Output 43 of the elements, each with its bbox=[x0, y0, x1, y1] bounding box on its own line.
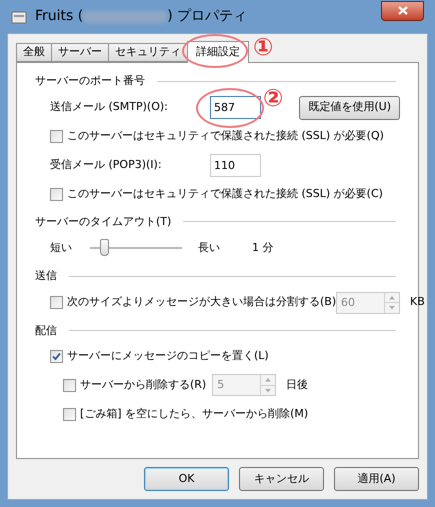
slider-max-label: 長い bbox=[198, 240, 221, 256]
checkbox-label: 次のサイズよりメッセージが大きい場合は分割する(B) bbox=[67, 294, 336, 310]
callout-ellipse bbox=[196, 88, 264, 128]
close-button[interactable] bbox=[381, 0, 424, 20]
section-heading: 配信 bbox=[35, 322, 57, 338]
field-label: 送信メール (SMTP)(O): bbox=[50, 99, 169, 116]
use-default-button[interactable]: 既定値を使用(U) bbox=[299, 96, 400, 120]
close-icon bbox=[398, 6, 408, 15]
window-title: ) プロパティ bbox=[167, 7, 248, 26]
section-heading: サーバーのポート番号 bbox=[35, 73, 145, 89]
checkbox-label: [ごみ箱] を空にしたら、サーバーから削除(M) bbox=[80, 406, 308, 422]
check-icon bbox=[52, 352, 61, 360]
tab[interactable]: サーバー bbox=[51, 43, 108, 62]
checkbox-label: このサーバーはセキュリティで保護された接続 (SSL) が必要(C) bbox=[67, 186, 383, 202]
window-icon bbox=[11, 8, 27, 24]
tab[interactable]: 全般 bbox=[16, 43, 51, 62]
dialog-button[interactable]: キャンセル bbox=[239, 467, 324, 491]
section-heading: サーバーのタイムアウト(T) bbox=[35, 214, 172, 230]
section-heading: 送信 bbox=[35, 268, 57, 284]
unit-label: KB bbox=[410, 294, 425, 310]
checkbox-label: サーバーから削除する(R) bbox=[80, 376, 206, 393]
dialog-button[interactable]: OK bbox=[144, 467, 229, 491]
checkbox[interactable] bbox=[50, 350, 63, 362]
tab[interactable]: 詳細設定 bbox=[187, 41, 249, 63]
unit-label: 日後 bbox=[286, 376, 308, 393]
field-value: 5 bbox=[216, 377, 226, 393]
callout-number: ② bbox=[263, 84, 284, 112]
dialog-button[interactable]: 適用(A) bbox=[334, 467, 419, 491]
window-title: Fruits ( bbox=[35, 7, 84, 26]
port-field[interactable]: 110 bbox=[210, 154, 261, 177]
tab[interactable]: セキュリティ bbox=[108, 43, 187, 62]
callout-number: ① bbox=[253, 32, 274, 60]
timeout-reading: 1 分 bbox=[252, 240, 274, 256]
checkbox[interactable] bbox=[50, 188, 63, 201]
slider-min-label: 短い bbox=[50, 240, 73, 256]
checkbox-label: このサーバーはセキュリティで保護された接続 (SSL) が必要(Q) bbox=[67, 128, 384, 144]
checkbox[interactable] bbox=[50, 130, 63, 143]
field-label: 受信メール (POP3)(I): bbox=[50, 157, 163, 174]
field-value: 60 bbox=[340, 294, 356, 310]
port-field[interactable]: 587 bbox=[210, 96, 261, 119]
slider-thumb[interactable] bbox=[100, 239, 109, 256]
checkbox-label: サーバーにメッセージのコピーを置く(L) bbox=[67, 348, 269, 364]
checkbox[interactable] bbox=[63, 408, 76, 420]
